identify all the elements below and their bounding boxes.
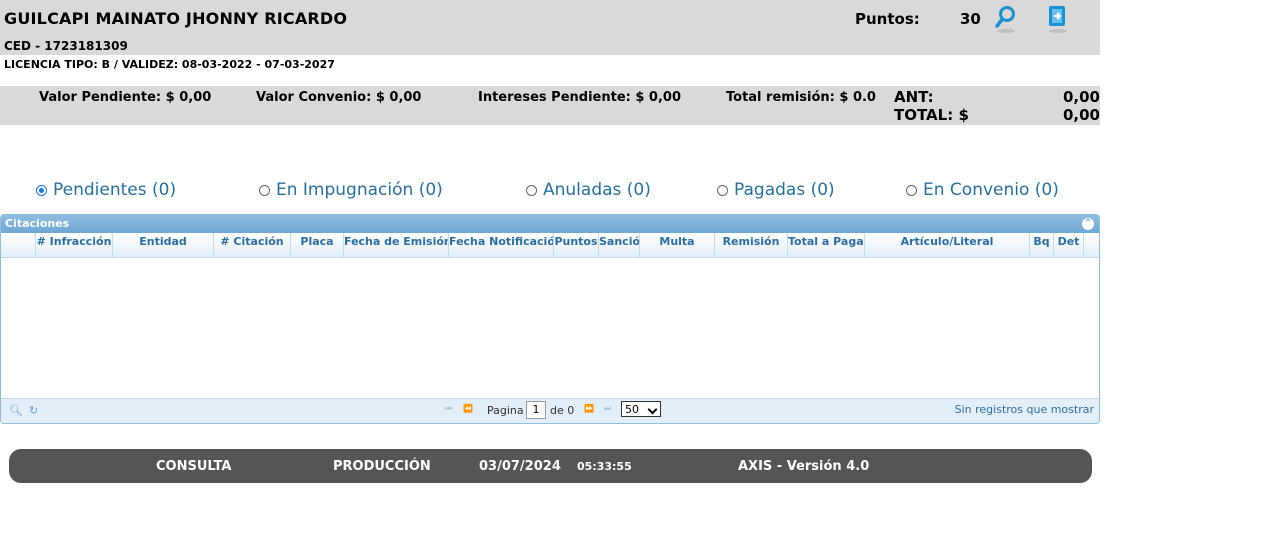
puntos-value: 30	[960, 10, 981, 28]
ced-number: CED - 1723181309	[4, 39, 128, 53]
ant-value: 0,00	[1062, 88, 1100, 106]
total-remision: Total remisión: $ 0.0	[726, 90, 876, 105]
radio-button[interactable]	[259, 184, 270, 196]
filter-label: En Convenio (0)	[923, 180, 1059, 200]
grid-body	[1, 258, 1099, 398]
filter-label: Anuladas (0)	[543, 180, 651, 200]
column-header[interactable]: Entidad	[113, 233, 214, 257]
filter-pendientes[interactable]: Pendientes (0)	[36, 180, 176, 200]
status-filter-group: Pendientes (0) En Impugnación (0) Anulad…	[0, 180, 1100, 204]
exit-icon[interactable]	[1046, 4, 1070, 34]
column-header[interactable]: Fecha Notificación	[449, 233, 554, 257]
filter-pagadas[interactable]: Pagadas (0)	[717, 180, 835, 200]
last-page-icon[interactable]: ⏭	[604, 404, 612, 414]
column-header[interactable]: # Infracción	[36, 233, 113, 257]
column-header[interactable]: Remisión	[715, 233, 788, 257]
radio-button[interactable]	[36, 184, 47, 196]
column-header[interactable]: Multa	[640, 233, 715, 257]
total-label: TOTAL: $	[894, 106, 969, 124]
filter-label: Pendientes (0)	[53, 180, 177, 200]
filter-en-convenio[interactable]: En Convenio (0)	[906, 180, 1059, 200]
column-header[interactable]: # Citación	[214, 233, 291, 257]
total-value: 0,00	[1062, 106, 1100, 124]
footer-bar: CONSULTA PRODUCCIÓN 03/07/2024 05:33:55 …	[9, 449, 1092, 483]
radio-button[interactable]	[906, 184, 917, 196]
intereses-pendiente: Intereses Pendiente: $ 0,00	[478, 90, 682, 105]
column-header[interactable]: Bq	[1030, 233, 1054, 257]
next-page-icon[interactable]: ⏩	[584, 404, 595, 413]
footer-version: AXIS - Versión 4.0	[738, 459, 870, 474]
prev-page-icon[interactable]: ⏪	[463, 404, 474, 413]
valor-pendiente: Valor Pendiente: $ 0,00	[39, 90, 212, 105]
column-header[interactable]: Fecha de Emisión	[344, 233, 449, 257]
grid-title-bar: Citaciones ⌃	[1, 215, 1099, 233]
driver-name: GUILCAPI MAINATO JHONNY RICARDO	[4, 9, 348, 28]
filter-label: Pagadas (0)	[734, 180, 835, 200]
filter-en-impugnacion[interactable]: En Impugnación (0)	[259, 180, 443, 200]
grid-title: Citaciones	[5, 217, 70, 230]
footer-produccion: PRODUCCIÓN	[333, 459, 431, 474]
search-icon[interactable]: 🔍︎	[9, 404, 23, 417]
column-header[interactable]: Det	[1054, 233, 1084, 257]
footer-consulta: CONSULTA	[156, 459, 232, 474]
radio-button[interactable]	[717, 184, 728, 196]
refresh-icon[interactable]: ↻	[29, 404, 38, 417]
search-icon[interactable]	[994, 4, 1018, 34]
ant-label: ANT:	[894, 88, 934, 106]
summary-bar: Valor Pendiente: $ 0,00 Valor Convenio: …	[0, 86, 1100, 125]
licencia-info: LICENCIA TIPO: B / VALIDEZ: 08-03-2022 -…	[4, 58, 335, 71]
column-header[interactable]: Puntos	[554, 233, 599, 257]
filter-label: En Impugnación (0)	[276, 180, 443, 200]
puntos-label: Puntos:	[855, 10, 920, 28]
grid-header: # Infracción Entidad # Citación Placa Fe…	[1, 233, 1099, 258]
header-bar: GUILCAPI MAINATO JHONNY RICARDO CED - 17…	[0, 0, 1100, 55]
column-header[interactable]: Total a Pagar	[788, 233, 865, 257]
footer-date: 03/07/2024	[479, 459, 561, 474]
column-header[interactable]: Placa	[291, 233, 344, 257]
page-label: Pagina	[487, 404, 524, 417]
radio-button[interactable]	[526, 184, 537, 196]
citaciones-grid: Citaciones ⌃ # Infracción Entidad # Cita…	[0, 214, 1100, 424]
valor-convenio: Valor Convenio: $ 0,00	[256, 90, 422, 105]
column-header[interactable]: Artículo/Literal	[865, 233, 1030, 257]
footer-time: 05:33:55	[577, 460, 632, 473]
column-header[interactable]: Sanción	[599, 233, 640, 257]
column-header-spacer	[1, 233, 36, 257]
collapse-icon[interactable]: ⌃	[1082, 218, 1094, 230]
page-number-input[interactable]: 1	[526, 401, 546, 419]
grid-pager: 🔍︎ ↻ ⏮ ⏪ Pagina 1 de 0 ⏩ ⏭ 50 Sin regist…	[1, 398, 1099, 423]
filter-anuladas[interactable]: Anuladas (0)	[526, 180, 651, 200]
empty-message: Sin registros que mostrar	[954, 403, 1094, 416]
page-count: de 0	[550, 404, 575, 417]
first-page-icon[interactable]: ⏮	[445, 404, 453, 414]
page-size-select[interactable]: 50	[621, 401, 661, 417]
